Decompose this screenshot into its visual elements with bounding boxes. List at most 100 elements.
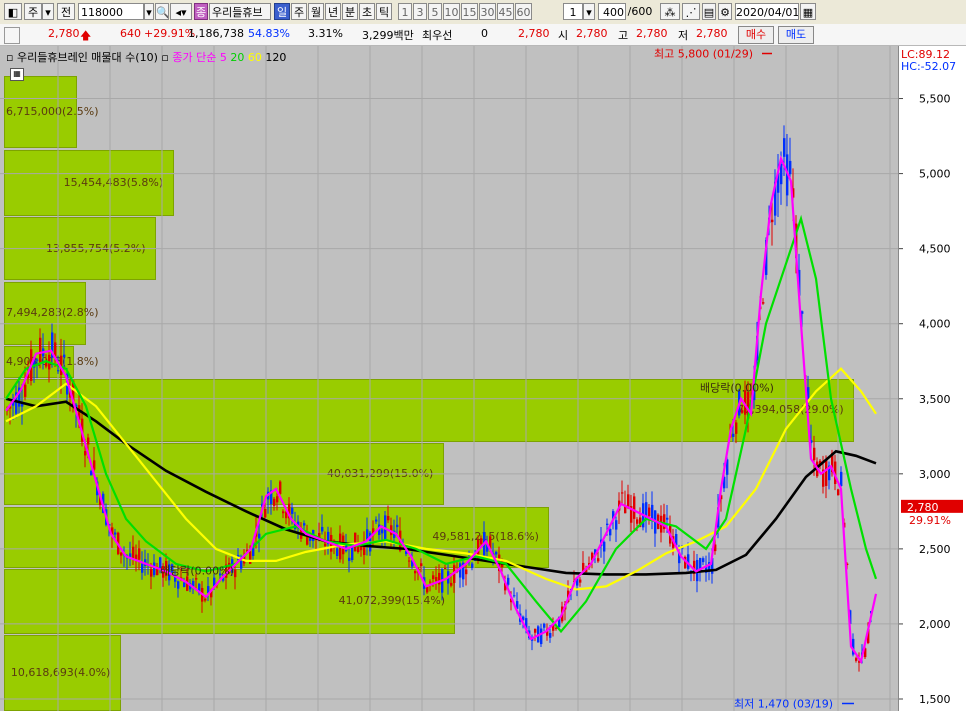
candle	[780, 163, 783, 185]
ma120-label: 120	[265, 51, 287, 64]
window-icon[interactable]: ◧	[4, 3, 22, 20]
candle	[375, 519, 378, 522]
candle	[336, 548, 339, 556]
price-chart[interactable]: 6,715,000(2.5%) 15,454,483(5.8%) 13,855,75…	[0, 46, 898, 711]
toolbar: ◧ 주 ▾ 전 118000 ▾ 🔍 ◂▾ 종 우리들휴브 일주월년분초틱 13…	[0, 0, 966, 25]
number-button-5[interactable]: 30	[479, 3, 496, 20]
ma20-label: 20	[230, 51, 245, 64]
count-input[interactable]: 400	[598, 3, 626, 20]
candle	[57, 370, 60, 372]
candle	[837, 489, 840, 496]
number-button-0[interactable]: 1	[398, 3, 412, 20]
candle	[39, 337, 42, 364]
interval-tab-1[interactable]: 주	[291, 3, 307, 20]
candle	[396, 524, 399, 528]
market-dropdown-icon[interactable]: ▾	[42, 3, 54, 20]
search-icon[interactable]: 🔍	[155, 3, 169, 20]
candle	[813, 447, 816, 461]
candle	[732, 433, 735, 437]
last-price: 2,780	[518, 27, 550, 40]
market-select[interactable]: 주	[24, 3, 42, 20]
candle	[354, 532, 357, 552]
sell-button[interactable]: 매도	[778, 26, 814, 44]
ma5-label: 5	[219, 51, 227, 64]
number-button-4[interactable]: 15	[461, 3, 478, 20]
number-button-2[interactable]: 5	[428, 3, 442, 20]
ratio-1: 54.83%	[248, 27, 290, 40]
candle	[432, 575, 435, 580]
speaker-icon[interactable]: ◂▾	[170, 3, 192, 20]
candle	[195, 578, 198, 580]
candle	[741, 410, 744, 413]
calendar-icon[interactable]: ▦	[800, 3, 816, 20]
period-select[interactable]: 전	[57, 3, 75, 20]
interval-tab-4[interactable]: 분	[342, 3, 358, 20]
candle	[606, 523, 609, 526]
candle	[459, 563, 462, 578]
candle	[621, 492, 624, 494]
number-button-3[interactable]: 10	[443, 3, 460, 20]
trend-icon[interactable]: ⋰	[682, 3, 700, 20]
ratio-2: 3.31%	[308, 27, 343, 40]
axis-tick-label: 3,500	[919, 393, 951, 406]
grid-icon[interactable]: ▦	[10, 68, 24, 81]
hc-label: HC:-52.07	[901, 60, 957, 73]
candle	[258, 533, 261, 539]
code-dropdown-icon[interactable]: ▾	[144, 3, 154, 20]
axis-tick-label: 4,500	[919, 243, 951, 256]
indicator-icon[interactable]: ⁂	[660, 3, 680, 20]
candle	[540, 628, 543, 645]
pin-icon[interactable]	[4, 27, 20, 44]
candle	[735, 422, 738, 434]
buy-button[interactable]: 매수	[738, 26, 774, 44]
interval-tab-6[interactable]: 틱	[376, 3, 392, 20]
candle	[609, 529, 612, 536]
number-button-1[interactable]: 3	[413, 3, 427, 20]
low-price: 2,780	[696, 27, 728, 40]
candle	[291, 507, 294, 514]
date-input[interactable]: 2020/04/01	[735, 3, 799, 20]
candle	[543, 623, 546, 628]
candle	[465, 569, 468, 575]
candle	[87, 437, 90, 445]
checkbox-icon[interactable]: ▫	[161, 51, 168, 64]
quote-bar: 2,780 🡅 640 +29.91% 1,186,738 54.83% 3.3…	[0, 24, 966, 46]
candle	[513, 595, 516, 597]
candle	[789, 160, 792, 175]
candle	[387, 515, 390, 521]
candle	[309, 537, 312, 541]
candle	[855, 658, 858, 661]
candle	[495, 551, 498, 555]
candle	[240, 560, 243, 569]
candle	[426, 586, 429, 593]
save-icon[interactable]: ▤	[702, 3, 716, 20]
interval-tab-3[interactable]: 년	[325, 3, 341, 20]
chart-header: ▫ 우리들휴브레인 매물대 수(10) ▫ 종가 단순 5 20 60 120	[6, 49, 286, 65]
candle	[177, 581, 180, 589]
candle	[444, 567, 447, 569]
interval-tab-0[interactable]: 일	[274, 3, 290, 20]
checkbox-icon[interactable]: ▫	[6, 51, 13, 64]
candle	[471, 563, 474, 568]
unit-dropdown-icon[interactable]: ▾	[583, 3, 595, 20]
candle	[603, 541, 606, 552]
axis-tick-label: 3,000	[919, 468, 951, 481]
candle	[183, 582, 186, 587]
number-button-7[interactable]: 60	[515, 3, 532, 20]
gear-icon[interactable]: ⚙	[718, 3, 732, 20]
candle	[120, 552, 123, 556]
candle	[762, 302, 765, 304]
number-button-6[interactable]: 45	[497, 3, 514, 20]
candle	[480, 538, 483, 544]
low-annotation: 최저 1,470 (03/19)	[734, 697, 833, 710]
high-label: 고	[618, 29, 629, 42]
code-input[interactable]: 118000	[78, 3, 144, 20]
interval-tab-5[interactable]: 초	[359, 3, 375, 20]
volume: 1,186,738	[188, 27, 244, 40]
interval-tab-2[interactable]: 월	[308, 3, 324, 20]
unit-input[interactable]: 1	[563, 3, 583, 20]
candle	[141, 563, 144, 573]
price-axis-svg: 1,500 2,000 2,500 3,000 3,500 4,000 4,500 5,000…	[899, 93, 963, 706]
candle	[24, 384, 27, 397]
candle	[36, 359, 39, 361]
